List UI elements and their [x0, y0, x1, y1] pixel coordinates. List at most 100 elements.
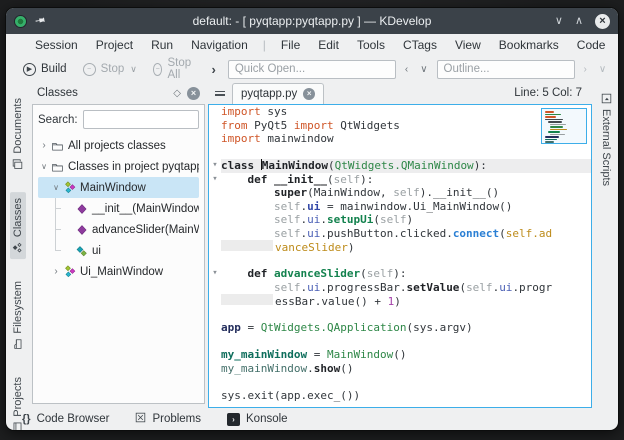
history-back-chevron-icon[interactable]: ‹: [402, 64, 411, 75]
code-token: MainWindow: [327, 348, 393, 361]
tree-guide: [50, 198, 62, 219]
sidebar-tab-projects[interactable]: Projects: [10, 371, 26, 430]
menu-file[interactable]: File: [272, 38, 309, 52]
dock-close-icon[interactable]: ×: [187, 87, 200, 100]
detach-diamond-icon[interactable]: ◇: [173, 88, 181, 99]
code-line[interactable]: [209, 375, 591, 389]
code-line[interactable]: ▾ def advanceSlider(self):: [209, 267, 591, 281]
kdevelop-logo-icon: [14, 15, 27, 28]
fold-arrow-icon[interactable]: ▾: [209, 173, 221, 187]
classes-dock-header: Classes ◇ ×: [31, 82, 206, 104]
code-line[interactable]: my_mainWindow.show(): [209, 362, 591, 376]
collapsed-expander-icon[interactable]: ›: [50, 266, 62, 277]
code-line[interactable]: self.ui = mainwindow.Ui_MainWindow(): [209, 200, 591, 214]
stop-all-button[interactable]: − Stop All: [148, 55, 200, 83]
menu-run[interactable]: Run: [142, 38, 182, 52]
code-line[interactable]: import mainwindow: [209, 132, 591, 146]
code-line[interactable]: [209, 335, 591, 349]
sidebar-tab-filesystem[interactable]: Filesystem: [10, 275, 26, 356]
code-token: .: [320, 213, 327, 226]
bottom-tab-problems[interactable]: Problems: [135, 412, 201, 426]
expanded-expander-icon[interactable]: ∨: [50, 183, 62, 192]
menu-edit[interactable]: Edit: [309, 38, 348, 52]
tree-item[interactable]: ∨Classes in project pyqtapp: [38, 156, 199, 177]
pin-icon[interactable]: [32, 13, 48, 29]
bottom-tab-code-browser[interactable]: {}Code Browser: [22, 413, 109, 425]
code-line[interactable]: [209, 308, 591, 322]
code-token: from: [221, 119, 248, 132]
code-line[interactable]: [209, 146, 591, 160]
fold-arrow-icon[interactable]: ▾: [209, 267, 221, 281]
menu-project[interactable]: Project: [87, 38, 142, 52]
stop-icon: −: [83, 63, 96, 76]
outline-input[interactable]: [437, 60, 575, 79]
tab-close-icon[interactable]: ×: [303, 88, 315, 100]
tree-item[interactable]: advanceSlider(MainWindow): [38, 219, 199, 240]
quick-open-dropdown-icon[interactable]: ∨: [417, 64, 430, 75]
menu-ctags[interactable]: CTags: [394, 38, 446, 52]
class-search-input[interactable]: [83, 110, 199, 129]
scrollbar-minimap[interactable]: [541, 108, 587, 144]
gutter: [209, 146, 221, 160]
minimize-button[interactable]: ∨: [555, 16, 563, 27]
menu-session[interactable]: Session: [26, 38, 87, 52]
menu-code[interactable]: Code: [568, 38, 615, 52]
code-token: ): [406, 213, 413, 226]
screenshot-stage: default: - [ pyqtapp:pyqtapp.py ] — KDev…: [0, 0, 624, 440]
code-line[interactable]: self.ui.setupUi(self): [209, 213, 591, 227]
code-line-content: self.ui.setupUi(self): [221, 213, 591, 227]
tree-item[interactable]: __init__(MainWindow): [38, 198, 199, 219]
code-line[interactable]: sys.exit(app.exec_()): [209, 389, 591, 403]
outline-forward-chevron-icon[interactable]: ›: [581, 64, 590, 75]
tree-item[interactable]: ui: [38, 240, 199, 261]
code-line[interactable]: my_mainWindow = MainWindow(): [209, 348, 591, 362]
close-button[interactable]: ×: [595, 14, 610, 29]
quick-open-input[interactable]: [228, 60, 396, 79]
build-button[interactable]: ▶ Build: [18, 61, 72, 78]
code-line[interactable]: essBar.value() + 1): [209, 294, 591, 308]
menu-navigation[interactable]: Navigation: [182, 38, 257, 52]
code-token: .: [307, 362, 314, 375]
code-editor[interactable]: import sysfrom PyQt5 import QtWidgetsimp…: [208, 104, 592, 408]
tree-item[interactable]: ›Ui_MainWindow: [38, 261, 199, 282]
menu-view[interactable]: View: [446, 38, 490, 52]
code-line[interactable]: vanceSlider): [209, 240, 591, 254]
maximize-button[interactable]: ∧: [575, 16, 583, 27]
toolbar-overflow-chevron[interactable]: ›: [206, 62, 222, 77]
filesystem-icon: [13, 338, 24, 349]
code-line[interactable]: self.ui.pushButton.clicked.connect(self.…: [209, 227, 591, 241]
code-line[interactable]: ▾ def __init__(self):: [209, 173, 591, 187]
title-bar[interactable]: default: - [ pyqtapp:pyqtapp.py ] — KDev…: [6, 8, 618, 34]
code-token: [221, 173, 248, 186]
tab-pyqtapp[interactable]: pyqtapp.py ×: [232, 83, 324, 104]
expanded-expander-icon[interactable]: ∨: [38, 162, 50, 171]
sidebar-tab-external-scripts[interactable]: External Scripts: [598, 88, 614, 191]
code-token: self: [334, 173, 361, 186]
menu-tools[interactable]: Tools: [348, 38, 394, 52]
tree-item[interactable]: ›All projects classes: [38, 135, 199, 156]
code-line[interactable]: import sys: [209, 105, 591, 119]
gutter: [209, 119, 221, 133]
code-token: = mainwindow.Ui_MainWindow(): [320, 200, 512, 213]
sidebar-tab-documents[interactable]: Documents: [10, 92, 26, 176]
fold-arrow-icon[interactable]: ▾: [209, 159, 221, 173]
sidebar-tab-classes[interactable]: Classes: [10, 192, 26, 259]
code-line[interactable]: [209, 254, 591, 268]
code-token: (): [393, 348, 406, 361]
tree-item[interactable]: ∨MainWindow: [38, 177, 199, 198]
code-line[interactable]: app = QtWidgets.QApplication(sys.argv): [209, 321, 591, 335]
bottom-tab-label: Code Browser: [37, 413, 110, 425]
folder-icon: [50, 140, 65, 152]
document-list-icon[interactable]: [215, 91, 225, 96]
menu-bookmarks[interactable]: Bookmarks: [490, 38, 568, 52]
code-line[interactable]: from PyQt5 import QtWidgets: [209, 119, 591, 133]
minimap-bar: [545, 114, 561, 116]
collapsed-expander-icon[interactable]: ›: [38, 140, 50, 151]
code-token: .progr: [512, 281, 552, 294]
outline-dropdown-icon[interactable]: ∨: [596, 64, 609, 75]
bottom-tab-konsole[interactable]: ›Konsole: [227, 413, 288, 426]
code-line[interactable]: super(MainWindow, self).__init__(): [209, 186, 591, 200]
stop-button[interactable]: − Stop ∨: [78, 61, 142, 78]
code-line[interactable]: ▾class MainWindow(QtWidgets.QMainWindow)…: [209, 159, 591, 173]
code-line[interactable]: self.ui.progressBar.setValue(self.ui.pro…: [209, 281, 591, 295]
